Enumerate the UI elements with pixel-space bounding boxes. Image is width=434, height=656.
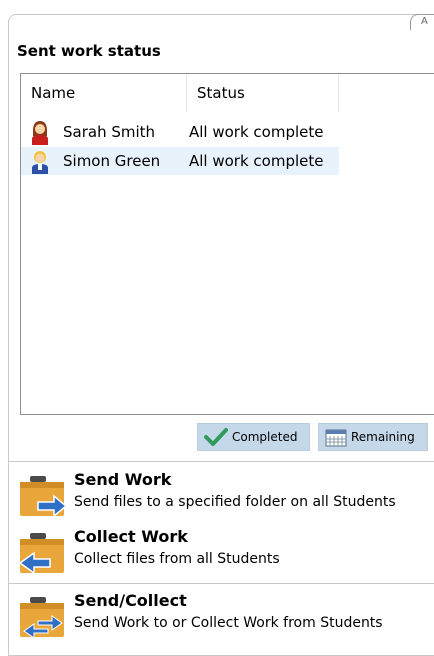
send-work-folder-icon xyxy=(18,476,70,520)
legend-completed-label: Completed xyxy=(232,430,298,444)
divider xyxy=(8,461,434,462)
collect-work-folder-icon xyxy=(18,533,70,577)
send-collect-title: Send/Collect xyxy=(74,591,187,610)
student-name: Simon Green xyxy=(63,152,161,170)
section-title: Sent work status xyxy=(17,42,161,60)
legend-remaining-label: Remaining xyxy=(351,430,415,444)
send-collect-folder-icon xyxy=(18,597,70,641)
list-header: Name Status xyxy=(21,74,339,112)
student-status: All work complete xyxy=(189,152,324,170)
student-status-list[interactable]: Name Status Sarah Smith All work complet… xyxy=(20,73,434,415)
column-header-name[interactable]: Name xyxy=(21,74,187,112)
collect-work-description: Collect files from all Students xyxy=(74,551,280,567)
student-status: All work complete xyxy=(189,123,324,141)
legend-remaining: Remaining xyxy=(318,423,428,451)
male-student-icon xyxy=(29,148,51,174)
send-work-description: Send files to a specified folder on all … xyxy=(74,494,396,510)
collect-work-button[interactable]: Collect Work Collect files from all Stud… xyxy=(14,527,432,579)
tab-glyph: A xyxy=(421,16,428,27)
list-row-simon-green[interactable]: Simon Green All work complete xyxy=(21,147,339,175)
legend-completed: Completed xyxy=(197,423,310,451)
send-collect-button[interactable]: Send/Collect Send Work to or Collect Wor… xyxy=(14,591,432,643)
send-work-title: Send Work xyxy=(74,470,172,489)
send-work-button[interactable]: Send Work Send files to a specified fold… xyxy=(14,470,432,522)
send-collect-description: Send Work to or Collect Work from Studen… xyxy=(74,615,383,631)
calendar-icon xyxy=(325,427,347,447)
student-name: Sarah Smith xyxy=(63,123,156,141)
collect-work-title: Collect Work xyxy=(74,527,188,546)
female-student-icon xyxy=(29,119,51,145)
list-row-sarah-smith[interactable]: Sarah Smith All work complete xyxy=(21,118,339,146)
divider xyxy=(8,583,434,584)
column-header-status[interactable]: Status xyxy=(187,74,339,112)
checkmark-icon xyxy=(204,428,228,446)
collapse-tab[interactable]: A xyxy=(410,14,434,30)
